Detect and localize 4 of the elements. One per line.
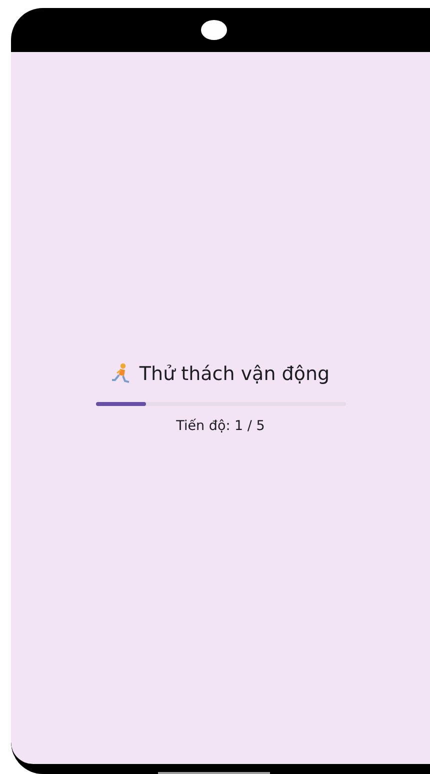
camera-icon — [200, 20, 226, 40]
challenge-title: Thử thách vận động — [139, 362, 330, 387]
runner-icon — [111, 362, 132, 385]
progress-text: Tiến độ: 1 / 5 — [176, 417, 265, 436]
